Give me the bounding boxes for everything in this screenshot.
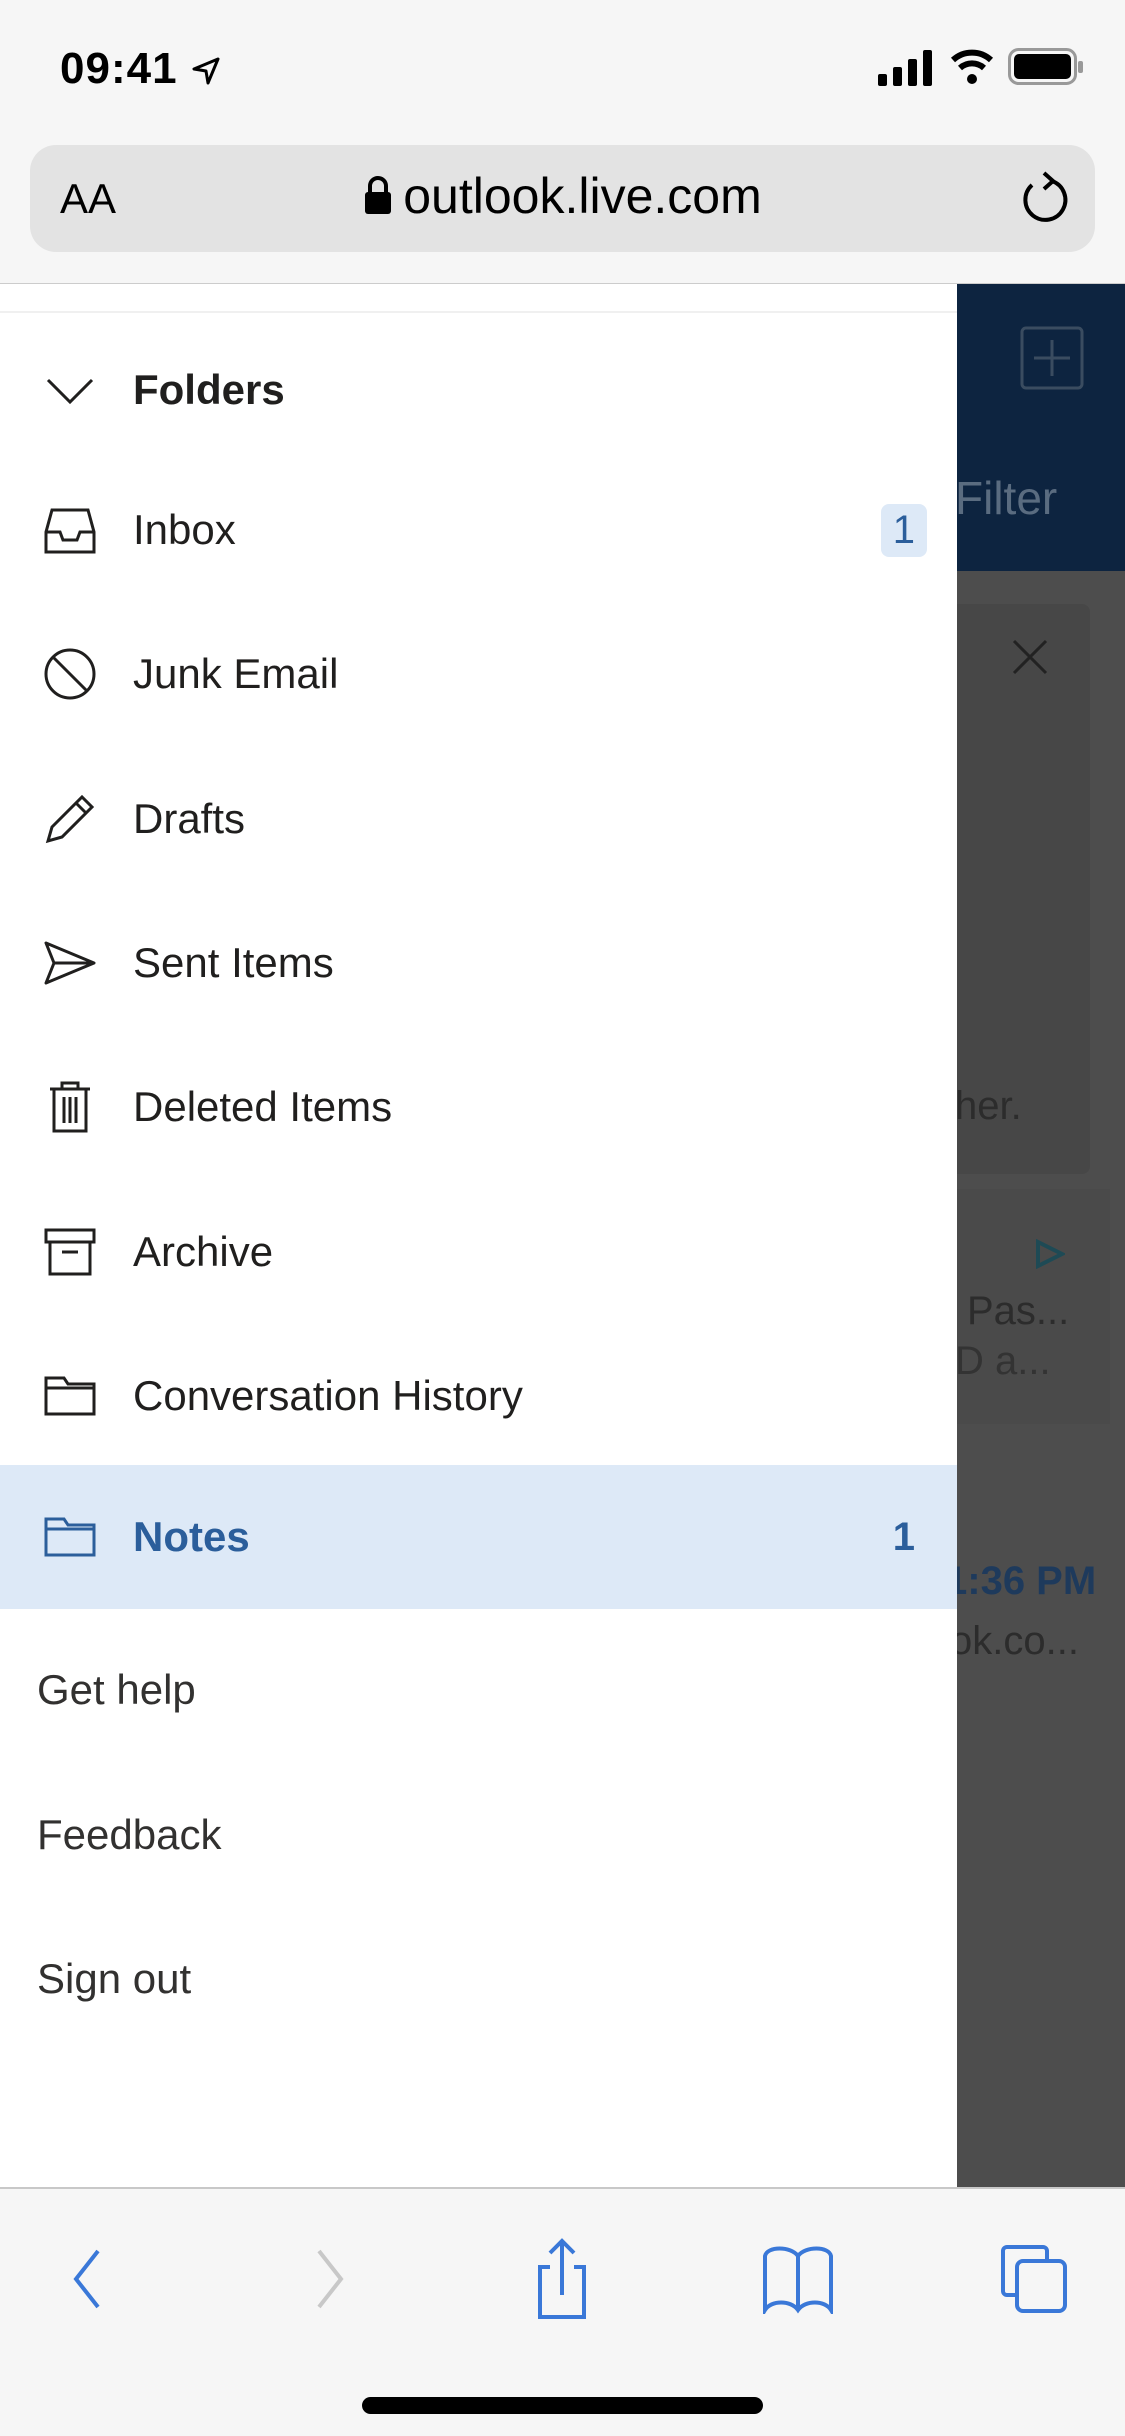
folder-icon	[44, 1376, 96, 1416]
archive-icon	[44, 1228, 96, 1276]
signal-icon	[878, 50, 932, 86]
tabs-icon	[1001, 2245, 1067, 2313]
folder-inbox[interactable]: Inbox 1	[0, 458, 957, 602]
share-icon	[538, 2238, 586, 2319]
folder-deleted-items[interactable]: Deleted Items	[0, 1035, 957, 1179]
snippet-text: ok.co...	[950, 1619, 1079, 1663]
folder-label: Sent Items	[133, 939, 334, 986]
web-content: Filter her. Pas... D a... 1:36 PM ok.co.…	[0, 283, 1125, 2187]
share-button[interactable]	[522, 2238, 602, 2319]
folder-drafts[interactable]: Drafts	[0, 747, 957, 891]
reload-icon[interactable]	[1018, 169, 1074, 229]
forward-button[interactable]	[289, 2239, 369, 2319]
folder-label: Inbox	[133, 506, 236, 553]
snippet-text: her.	[955, 1084, 1022, 1128]
feedback-link[interactable]: Feedback	[37, 1811, 221, 1859]
home-indicator[interactable]	[362, 2397, 763, 2414]
url-text: outlook.live.com	[403, 168, 762, 224]
folder-label: Archive	[133, 1228, 274, 1275]
folder-sent-items[interactable]: Sent Items	[0, 891, 957, 1035]
back-button[interactable]	[48, 2239, 128, 2319]
sign-out-link[interactable]: Sign out	[37, 1955, 191, 2003]
message-time: 1:36 PM	[945, 1559, 1097, 1603]
folders-header[interactable]: Folders	[0, 318, 957, 462]
unread-count: 1	[892, 1514, 915, 1559]
filter-button: Filter	[955, 472, 1058, 524]
location-icon	[192, 57, 220, 85]
play-icon	[1036, 1239, 1065, 1269]
chevron-right-icon	[317, 2249, 344, 2309]
inbox-icon	[44, 508, 96, 554]
wifi-icon	[950, 49, 994, 84]
divider	[0, 311, 957, 313]
pencil-icon	[45, 794, 95, 844]
folder-label: Drafts	[133, 795, 246, 842]
folder-label: Notes	[133, 1513, 250, 1560]
section-title: Folders	[133, 366, 285, 413]
folder-conversation-history[interactable]: Conversation History	[0, 1324, 957, 1468]
block-icon	[44, 648, 96, 700]
url-display[interactable]: outlook.live.com	[30, 167, 1095, 225]
compose-icon	[1020, 326, 1084, 390]
folder-label: Conversation History	[133, 1372, 523, 1419]
folder-label: Deleted Items	[133, 1083, 393, 1130]
folder-archive[interactable]: Archive	[0, 1180, 957, 1324]
book-icon	[763, 2246, 833, 2314]
status-bar: 09:41	[0, 0, 1125, 140]
time-text: 09:41	[60, 44, 178, 93]
bookmarks-button[interactable]	[758, 2239, 838, 2319]
address-bar[interactable]: AA outlook.live.com	[30, 145, 1095, 252]
chevron-down-icon	[46, 378, 94, 405]
chevron-left-icon	[73, 2249, 100, 2309]
snippet-text: D a...	[955, 1339, 1051, 1383]
unread-badge: 1	[880, 503, 927, 557]
snippet-text: Pas...	[967, 1289, 1070, 1333]
send-icon	[44, 941, 96, 985]
lock-icon	[365, 176, 392, 214]
close-icon	[1012, 639, 1048, 675]
folder-icon	[44, 1517, 96, 1557]
clock: 09:41	[60, 44, 221, 94]
battery-icon	[1008, 48, 1083, 85]
trash-icon	[50, 1081, 90, 1133]
folder-junk-email[interactable]: Junk Email	[0, 602, 957, 746]
folder-label: Junk Email	[133, 650, 339, 697]
get-help-link[interactable]: Get help	[37, 1666, 196, 1714]
folder-notes[interactable]: Notes 1	[0, 1465, 957, 1609]
folder-drawer: Folders Inbox 1 Junk Email Drafts Sent I…	[0, 284, 957, 2187]
tabs-button[interactable]	[994, 2239, 1074, 2319]
